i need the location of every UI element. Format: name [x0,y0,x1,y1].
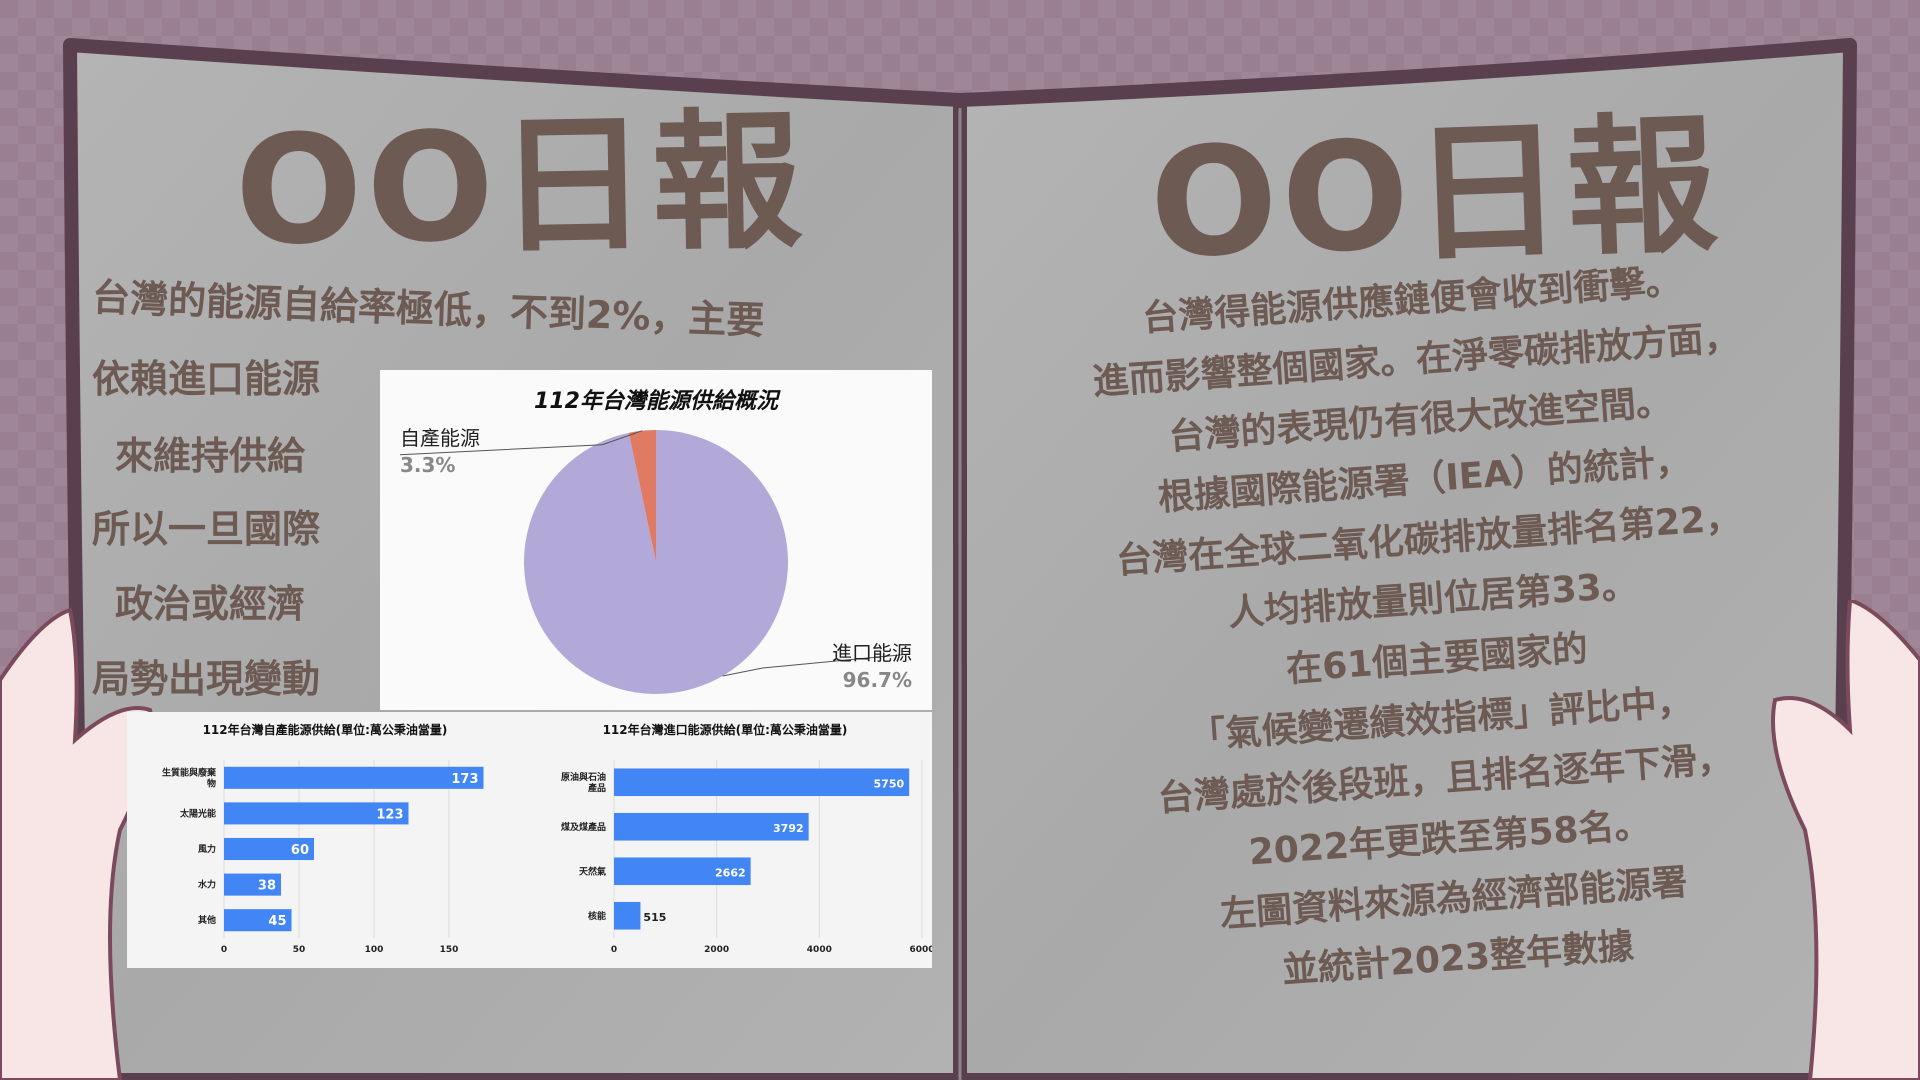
bar-value-label: 5750 [874,777,905,790]
bar-value-label: 173 [451,772,478,787]
pie-title: 112年台灣能源供給概況 [534,388,781,414]
left-text-line: 依賴進口能源 [92,357,321,401]
x-tick-label: 150 [440,945,459,955]
bar [224,766,484,789]
bar-chart-title: 112年台灣自產能源供給(單位:萬公秉油當量) [203,722,448,737]
bar [614,901,641,930]
domestic-bar-chart-panel: 112年台灣自產能源供給(單位:萬公秉油當量) 0 50 100 150 173 生質能與廢… [127,712,542,968]
category-label: 原油與石油產品 [561,771,606,794]
right-article: 台灣得能源供應鏈便會收到衝擊。 進而影響整個國家。在淨零碳排放方面， 台灣的表現… [986,241,1884,1019]
bar-chart-title: 112年台灣進口能源供給(單位:萬公秉油當量) [603,722,848,737]
x-tick-label: 0 [221,945,227,955]
import-bar-chart-panel: 112年台灣進口能源供給(單位:萬公秉油當量) 0 2000 4000 6000 5750… [542,712,935,968]
pie-value-import: 96.7% [843,668,912,692]
bar [614,768,910,797]
x-tick-label: 2000 [704,945,729,955]
left-text-line: 來維持供給 [115,434,306,478]
bar-value-label: 3792 [773,822,804,835]
left-text-line: 所以一旦國際 [92,507,321,551]
pie-label-domestic: 自產能源 [400,426,480,450]
category-label: 生質能與廢棄物 [162,766,217,789]
x-tick-label: 4000 [807,945,832,955]
x-tick-label: 6000 [909,945,932,955]
domestic-bar-chart: 112年台灣自產能源供給(單位:萬公秉油當量) 0 50 100 150 173 生質能與廢… [162,722,484,955]
bar-value-label: 123 [376,807,403,822]
category-label: 煤及煤產品 [561,821,606,833]
pie-chart-panel: 112年台灣能源供給概況自產能源 3.3% 進口能源 96.7% [380,370,932,710]
x-tick-label: 100 [365,945,384,955]
left-text-line: 局勢出現變動 [92,657,321,701]
left-text-line: 政治或經濟 [115,582,306,626]
category-label: 風力 [198,843,216,855]
category-label: 其他 [198,914,216,926]
category-label: 核能 [588,910,606,922]
pie-chart: 112年台灣能源供給概況自產能源 3.3% 進口能源 96.7% [399,388,912,694]
pie-value-domestic: 3.3% [400,453,455,477]
bar-value-label: 60 [291,843,309,858]
import-bar-chart: 112年台灣進口能源供給(單位:萬公秉油當量) 0 2000 4000 6000 5750… [561,722,935,955]
category-label: 天然氣 [579,865,606,877]
bar-value-label: 38 [258,879,276,894]
left-masthead: OO日報 [233,95,808,279]
bar-value-label: 45 [268,914,286,929]
category-label: 太陽光能 [179,807,216,819]
x-tick-label: 50 [293,945,306,955]
x-tick-label: 0 [611,945,617,955]
bar-value-label: 515 [643,911,666,924]
category-label: 水力 [198,879,216,891]
bar-value-label: 2662 [715,866,746,879]
pie-label-import: 進口能源 [832,641,912,665]
